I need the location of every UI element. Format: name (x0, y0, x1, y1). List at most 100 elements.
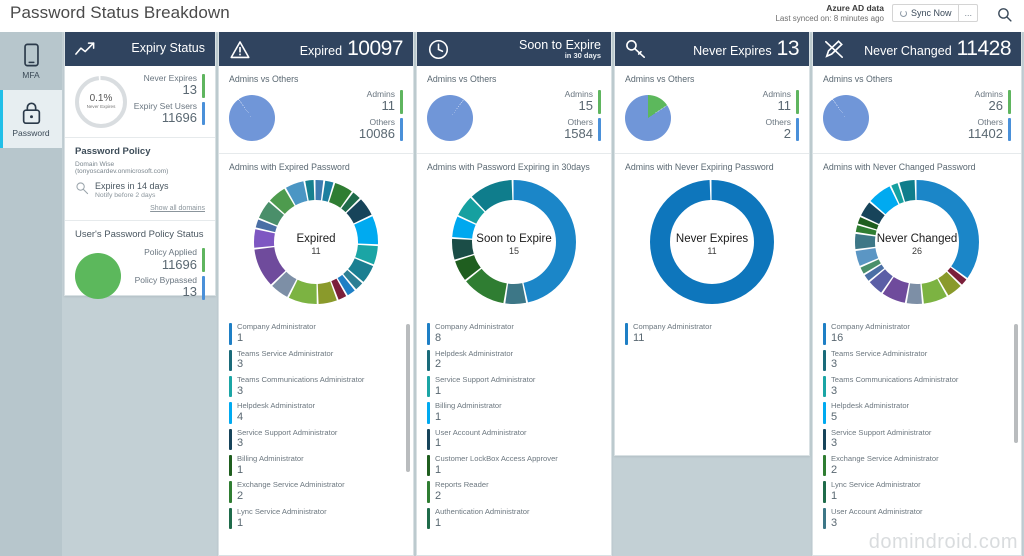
card-expiry-status: Expiry Status 0.1% Never Expires Never E… (64, 32, 216, 300)
sync-last-synced: Last synced on: 8 minutes ago (775, 13, 884, 23)
role-text: Teams Service Administrator 3 (831, 349, 927, 371)
expiry-stat-bar (202, 101, 205, 126)
role-list-item[interactable]: Lync Service Administrator 1 (219, 507, 413, 530)
admins-vs-others-section: Admins vs Others Admins 11 Others 2 (615, 66, 809, 155)
avo-stat-bar (598, 117, 601, 142)
sync-now-button[interactable]: Sync Now (893, 5, 959, 21)
avo-stat: Admins 11 (275, 89, 403, 114)
role-list-item[interactable]: Customer LockBox Access Approver 1 (417, 454, 611, 477)
role-list-item[interactable]: Authentication Administrator 1 (417, 507, 611, 530)
role-name: Teams Communications Administrator (831, 375, 959, 384)
role-color-bar (427, 349, 430, 371)
expiry-stat-value: 13 (182, 82, 197, 98)
role-value: 1 (237, 332, 244, 344)
role-value: 16 (831, 332, 844, 344)
donut-wrapper[interactable]: Soon to Expire 15 (452, 180, 576, 309)
role-name: Lync Service Administrator (831, 480, 921, 490)
ring-center-text: 0.1% Never Expires (75, 76, 127, 128)
role-text: Helpdesk Administrator 4 (237, 402, 315, 423)
role-name: Helpdesk Administrator (831, 401, 910, 411)
role-value: 3 (831, 384, 838, 397)
role-list-item[interactable]: Company Administrator 16 (813, 322, 1021, 345)
role-text: Authentication Administrator 1 (435, 507, 530, 529)
avo-stat: Admins 26 (869, 89, 1011, 114)
password-policy-expires: Expires in 14 days (95, 181, 169, 192)
role-list-item[interactable]: Billing Administrator 1 (417, 401, 611, 424)
expiry-stat: Expiry Set Users 11696 (127, 101, 205, 126)
sync-more-button[interactable]: ... (958, 5, 977, 22)
avo-stat-value: 10086 (358, 125, 395, 141)
role-list-item[interactable]: Helpdesk Administrator 2 (417, 348, 611, 371)
role-list-item[interactable]: Company Administrator 11 (615, 323, 809, 345)
role-text: Billing Administrator 1 (237, 454, 304, 476)
donut-wrapper[interactable]: Never Expires 11 (650, 180, 774, 309)
role-value: 1 (831, 490, 838, 503)
role-list-item[interactable]: Exchange Service Administrator 2 (219, 481, 413, 503)
role-value: 1 (435, 411, 442, 424)
role-color-bar (427, 428, 430, 451)
role-list-item[interactable]: Service Support Administrator 3 (813, 428, 1021, 451)
role-list-item[interactable]: User Account Administrator 1 (417, 428, 611, 451)
donut-center-label: Never Expires 11 (650, 180, 774, 309)
donut-section: Admins with Never Changed Password (813, 154, 1021, 172)
role-list-item[interactable]: Teams Communications Administrator 3 (813, 375, 1021, 398)
password-policy-row[interactable]: Expires in 14 days Notify before 2 days (75, 181, 205, 199)
role-list-item[interactable]: Service Support Administrator 3 (219, 428, 413, 451)
donut-center-title: Expired (296, 233, 336, 245)
avo-stat-value: 15 (578, 98, 593, 114)
column-never-changed: Never Changed 11428 Admins vs Others Adm… (812, 32, 1022, 556)
role-list-scrollbar[interactable] (1014, 324, 1018, 444)
role-list-item[interactable]: Company Administrator 1 (219, 323, 413, 345)
role-color-bar (229, 349, 232, 371)
sidebar-item-password[interactable]: Password (0, 90, 62, 148)
role-list-item[interactable]: Billing Administrator 1 (219, 454, 413, 477)
role-list: Company Administrator 8 Helpdesk Adminis… (417, 319, 611, 556)
role-list-item[interactable]: Lync Service Administrator 1 (813, 480, 1021, 503)
card-expired: Expired 10097 Admins vs Others Admins 11 (218, 32, 414, 556)
role-value: 3 (831, 358, 838, 371)
donut-wrapper[interactable]: Expired 11 (254, 180, 378, 309)
role-color-bar (823, 323, 826, 345)
role-name: Billing Administrator (435, 401, 502, 411)
donut-section-title: Admins with Expired Password (229, 162, 350, 173)
page-title: Password Status Breakdown (10, 3, 230, 22)
role-list-item[interactable]: Teams Service Administrator 3 (813, 349, 1021, 371)
role-list-item[interactable]: Reports Reader 2 (417, 481, 611, 503)
password-policy-notify: Notify before 2 days (95, 192, 156, 200)
role-text: Company Administrator 8 (435, 323, 514, 344)
role-list-item[interactable]: Helpdesk Administrator 5 (813, 401, 1021, 424)
card-header-soon-to-expire: Soon to Expire in 30 days (417, 32, 611, 66)
role-list-item[interactable]: Teams Service Administrator 3 (219, 349, 413, 371)
show-all-domains-link[interactable]: Show all domains (75, 205, 205, 212)
card-header-icon-wrap (229, 38, 251, 60)
role-text: User Account Administrator 3 (831, 507, 923, 529)
avo-stat-text: Admins 11 (763, 89, 791, 114)
role-text: Exchange Service Administrator 2 (237, 481, 345, 502)
role-list-item[interactable]: Exchange Service Administrator 2 (813, 454, 1021, 477)
sidebar-item-mfa[interactable]: MFA (0, 32, 62, 90)
role-name: Company Administrator (831, 322, 910, 332)
card-header-sublabel: in 30 days (564, 50, 601, 60)
password-policy-section: Password Policy Domain Wise (tonyoscarde… (65, 138, 215, 222)
donut-section: Admins with Password Expiring in 30days (417, 154, 611, 172)
avo-stat-bar (598, 90, 601, 114)
donut-area: Never Expires 11 (615, 174, 809, 319)
role-list-item[interactable]: Service Support Administrator 1 (417, 375, 611, 398)
sync-text: Azure AD data Last synced on: 8 minutes … (775, 3, 884, 24)
role-list-item[interactable]: Company Administrator 8 (417, 323, 611, 345)
card-header-expiry-status: Expiry Status (65, 32, 215, 66)
role-value: 3 (831, 437, 838, 450)
donut-wrapper[interactable]: Never Changed 26 (855, 180, 979, 309)
dashboard-board: Expiry Status 0.1% Never Expires Never E… (62, 32, 1024, 556)
role-color-bar (427, 507, 430, 530)
role-list-item[interactable]: Teams Communications Administrator 3 (219, 375, 413, 398)
role-name: Helpdesk Administrator (435, 348, 514, 358)
role-value: 11 (633, 332, 645, 344)
card-header-number: 11428 (956, 37, 1012, 60)
avo-stat-value: 11402 (967, 125, 1003, 141)
search-button[interactable] (994, 4, 1014, 24)
role-list-scrollbar[interactable] (406, 324, 410, 472)
role-list-item[interactable]: Helpdesk Administrator 4 (219, 402, 413, 424)
role-list-item[interactable]: User Account Administrator 3 (813, 507, 1021, 530)
sync-button-group[interactable]: Sync Now ... (891, 4, 978, 23)
